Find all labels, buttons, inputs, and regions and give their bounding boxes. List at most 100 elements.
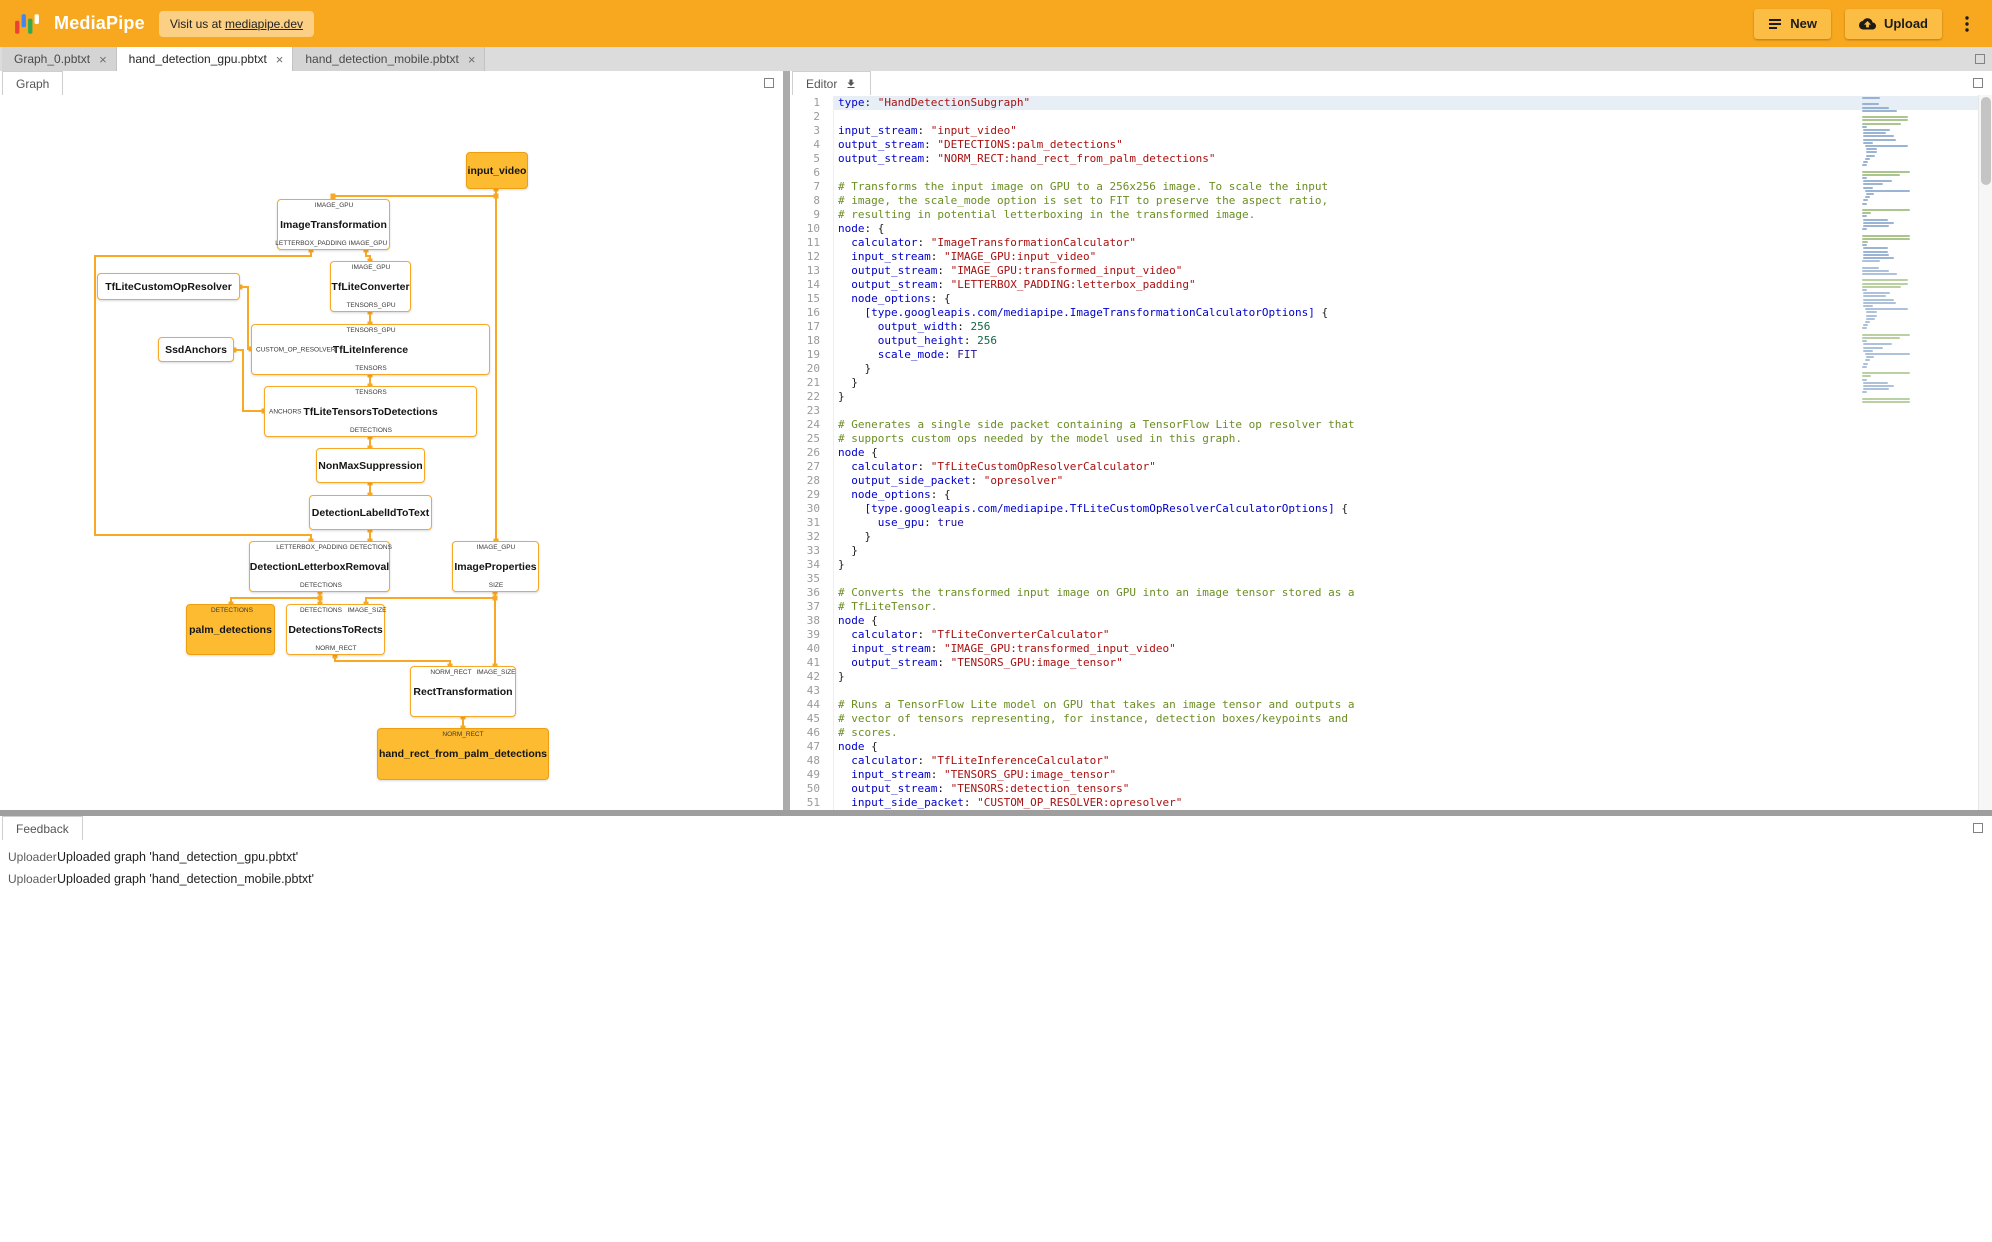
graph-node-hand-rect-from-palm-detections[interactable]: hand_rect_from_palm_detections NORM_RECT bbox=[377, 728, 549, 780]
code-line[interactable]: 6 bbox=[790, 166, 1992, 180]
code-line[interactable]: 40 input_stream: "IMAGE_GPU:transformed_… bbox=[790, 642, 1992, 656]
code-line[interactable]: 31 use_gpu: true bbox=[790, 516, 1992, 530]
more-options-menu[interactable] bbox=[1956, 9, 1978, 39]
code-line[interactable]: 24 # Generates a single side packet conta… bbox=[790, 418, 1992, 432]
download-icon[interactable] bbox=[845, 78, 857, 90]
graph-canvas[interactable]: input_video ImageTransformation IMAGE_GPU L… bbox=[0, 95, 783, 810]
code-line[interactable]: 48 calculator: "TfLiteInferenceCalculato… bbox=[790, 754, 1992, 768]
close-tab-icon[interactable]: × bbox=[276, 53, 284, 66]
maximize-tabstrip-icon[interactable] bbox=[1975, 54, 1985, 64]
code-line[interactable]: 26 node { bbox=[790, 446, 1992, 460]
code-line[interactable]: 19 scale_mode: FIT bbox=[790, 348, 1992, 362]
code-line[interactable]: 16 [type.googleapis.com/mediapipe.ImageT… bbox=[790, 306, 1992, 320]
code-line[interactable]: 51 input_side_packet: "CUSTOM_OP_RESOLVE… bbox=[790, 796, 1992, 810]
vertical-resize-handle[interactable] bbox=[783, 71, 790, 810]
graph-node-palm-detections[interactable]: palm_detections DETECTIONS bbox=[186, 604, 275, 655]
code-line[interactable]: 30 [type.googleapis.com/mediapipe.TfLite… bbox=[790, 502, 1992, 516]
code-line[interactable]: 11 calculator: "ImageTransformationCalcu… bbox=[790, 236, 1992, 250]
close-tab-icon[interactable]: × bbox=[468, 53, 476, 66]
code-line[interactable]: 2 bbox=[790, 110, 1992, 124]
code-line[interactable]: 18 output_height: 256 bbox=[790, 334, 1992, 348]
code-line[interactable]: 1 type: "HandDetectionSubgraph" bbox=[790, 96, 1992, 110]
file-tab[interactable]: hand_detection_gpu.pbtxt × bbox=[116, 47, 294, 71]
new-button[interactable]: New bbox=[1754, 8, 1831, 39]
code-line[interactable]: 21 } bbox=[790, 376, 1992, 390]
code-line[interactable]: 29 node_options: { bbox=[790, 488, 1992, 502]
maximize-editor-pane-icon[interactable] bbox=[1973, 78, 1983, 88]
code-line[interactable]: 42} bbox=[790, 670, 1992, 684]
tab-graph[interactable]: Graph bbox=[2, 71, 64, 95]
minimap-line bbox=[1862, 273, 1898, 275]
close-tab-icon[interactable]: × bbox=[99, 53, 107, 66]
graph-node-input-video[interactable]: input_video bbox=[466, 152, 528, 189]
graph-node-image-transformation[interactable]: ImageTransformation IMAGE_GPU LETTERBOX_PA… bbox=[275, 199, 390, 250]
code-editor[interactable]: 1 type: "HandDetectionSubgraph" 2 3 input_st… bbox=[790, 95, 1992, 810]
graph-node-tflite-custom-op-resolver[interactable]: TfLiteCustomOpResolver bbox=[97, 273, 240, 300]
code-line[interactable]: 32 } bbox=[790, 530, 1992, 544]
code-line[interactable]: 46 # scores. bbox=[790, 726, 1992, 740]
code-line[interactable]: 8 # image, the scale_mode option is set t… bbox=[790, 194, 1992, 208]
code-line[interactable]: 44 # Runs a TensorFlow Lite model on GPU … bbox=[790, 698, 1992, 712]
code-line[interactable]: 33 } bbox=[790, 544, 1992, 558]
file-tab[interactable]: Graph_0.pbtxt × bbox=[2, 47, 117, 71]
minimap-line bbox=[1863, 135, 1895, 138]
minimap-line bbox=[1862, 125, 1867, 128]
graph-node-tflite-tensors-to-detections[interactable]: TfLiteTensorsToDetections TENSORS ANCHORS D… bbox=[264, 386, 477, 437]
code-line[interactable]: 43 bbox=[790, 684, 1992, 698]
code-line[interactable]: 28 output_side_packet: "opresolver" bbox=[790, 474, 1992, 488]
code-line[interactable]: 22} bbox=[790, 390, 1992, 404]
editor-minimap[interactable] bbox=[1862, 97, 1954, 808]
mediapipe-dev-link[interactable]: mediapipe.dev bbox=[225, 17, 303, 31]
port-label-detections: DETECTIONS bbox=[350, 544, 392, 551]
code-line-text: output_stream: "DETECTIONS:palm_detectio… bbox=[838, 138, 1123, 151]
graph-node-tflite-converter[interactable]: TfLiteConverter IMAGE_GPU TENSORS_GPU bbox=[330, 261, 411, 312]
code-line-text: [type.googleapis.com/mediapipe.TfLiteCus… bbox=[864, 502, 1348, 515]
code-line[interactable]: 23 bbox=[790, 404, 1992, 418]
line-number: 25 bbox=[790, 432, 834, 446]
minimap-line bbox=[1862, 241, 1868, 243]
code-line[interactable]: 17 output_width: 256 bbox=[790, 320, 1992, 334]
code-line[interactable]: 35 bbox=[790, 572, 1992, 586]
code-line[interactable]: 14 output_stream: "LETTERBOX_PADDING:let… bbox=[790, 278, 1992, 292]
code-line[interactable]: 37 # TfLiteTensor. bbox=[790, 600, 1992, 614]
line-number: 22 bbox=[790, 390, 834, 404]
code-line[interactable]: 10 node: { bbox=[790, 222, 1992, 236]
code-line[interactable]: 25 # supports custom ops needed by the mo… bbox=[790, 432, 1992, 446]
graph-node-image-properties[interactable]: ImageProperties IMAGE_GPU SIZE bbox=[452, 541, 539, 592]
code-line[interactable]: 39 calculator: "TfLiteConverterCalculato… bbox=[790, 628, 1992, 642]
code-line[interactable]: 4 output_stream: "DETECTIONS:palm_detecti… bbox=[790, 138, 1992, 152]
code-line[interactable]: 13 output_stream: "IMAGE_GPU:transformed… bbox=[790, 264, 1992, 278]
editor-scrollbar-thumb[interactable] bbox=[1981, 97, 1991, 185]
code-line[interactable]: 12 input_stream: "IMAGE_GPU:input_video" bbox=[790, 250, 1992, 264]
code-line[interactable]: 49 input_stream: "TENSORS_GPU:image_tens… bbox=[790, 768, 1992, 782]
code-line[interactable]: 41 output_stream: "TENSORS_GPU:image_ten… bbox=[790, 656, 1992, 670]
code-line[interactable]: 45 # vector of tensors representing, for … bbox=[790, 712, 1992, 726]
graph-node-ssd-anchors[interactable]: SsdAnchors bbox=[158, 337, 234, 362]
graph-node-detection-letterbox-removal[interactable]: DetectionLetterboxRemoval LETTERBOX_PADDI… bbox=[249, 541, 392, 592]
code-line[interactable]: 36 # Converts the transformed input image… bbox=[790, 586, 1992, 600]
code-line[interactable]: 38 node { bbox=[790, 614, 1992, 628]
code-line[interactable]: 20 } bbox=[790, 362, 1992, 376]
code-line[interactable]: 3 input_stream: "input_video" bbox=[790, 124, 1992, 138]
code-line[interactable]: 47 node { bbox=[790, 740, 1992, 754]
code-line[interactable]: 15 node_options: { bbox=[790, 292, 1992, 306]
graph-node-detections-to-rects[interactable]: DetectionsToRects DETECTIONS IMAGE_SIZE NOR… bbox=[286, 604, 387, 655]
code-line[interactable]: 5 output_stream: "NORM_RECT:hand_rect_fro… bbox=[790, 152, 1992, 166]
maximize-feedback-pane-icon[interactable] bbox=[1973, 823, 1983, 833]
upload-button[interactable]: Upload bbox=[1844, 8, 1942, 39]
tab-feedback[interactable]: Feedback bbox=[2, 816, 83, 840]
graph-node-tflite-inference[interactable]: TfLiteInference TENSORS_GPU CUSTOM_OP_RESO… bbox=[251, 324, 490, 375]
code-line[interactable]: 34} bbox=[790, 558, 1992, 572]
tab-editor[interactable]: Editor bbox=[792, 71, 872, 95]
maximize-graph-pane-icon[interactable] bbox=[764, 78, 774, 88]
graph-node-detection-label-id-to-text[interactable]: DetectionLabelIdToText bbox=[309, 495, 432, 530]
code-line[interactable]: 27 calculator: "TfLiteCustomOpResolverCa… bbox=[790, 460, 1992, 474]
code-line[interactable]: 7 # Transforms the input image on GPU to … bbox=[790, 180, 1992, 194]
file-tab[interactable]: hand_detection_mobile.pbtxt × bbox=[293, 47, 486, 71]
graph-node-non-max-suppression[interactable]: NonMaxSuppression bbox=[316, 448, 425, 483]
code-line[interactable]: 9 # resulting in potential letterboxing i… bbox=[790, 208, 1992, 222]
code-line[interactable]: 50 output_stream: "TENSORS:detection_ten… bbox=[790, 782, 1992, 796]
graph-node-rect-transformation[interactable]: RectTransformation NORM_RECT IMAGE_SIZE bbox=[410, 666, 516, 717]
